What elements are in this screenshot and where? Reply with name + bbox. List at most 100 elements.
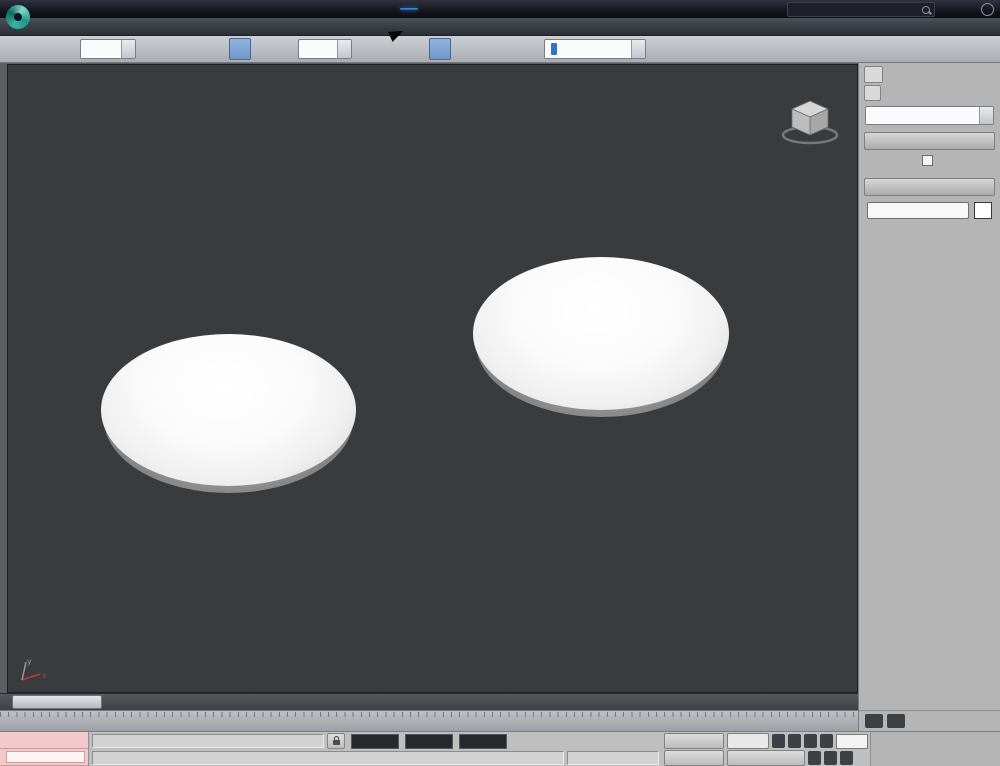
object-name-input[interactable] xyxy=(867,202,969,219)
selection-lock-toggle[interactable] xyxy=(327,733,345,749)
mirror-button[interactable] xyxy=(647,38,669,60)
ribbon-toggle-button[interactable] xyxy=(716,38,738,60)
rollout-object-type[interactable] xyxy=(864,132,995,150)
category-space-warps[interactable] xyxy=(954,85,971,101)
select-and-link-button[interactable] xyxy=(4,38,26,60)
rendered-frame-window-button[interactable] xyxy=(831,38,853,60)
category-helpers[interactable] xyxy=(936,85,953,101)
help-icon[interactable] xyxy=(981,3,994,16)
align-button[interactable] xyxy=(670,38,692,60)
panel-spacer xyxy=(859,225,1000,710)
undo-icon[interactable] xyxy=(74,3,89,16)
open-file-icon[interactable] xyxy=(38,3,53,16)
status-row-top xyxy=(92,733,659,749)
previous-frame-button[interactable] xyxy=(788,734,801,748)
y-coordinate-field[interactable] xyxy=(405,734,453,749)
scene-object-disc-left[interactable] xyxy=(101,334,356,486)
open-mini-curve-editor-button[interactable] xyxy=(865,714,883,728)
redo-icon[interactable] xyxy=(92,3,107,16)
rollout-name-and-color[interactable] xyxy=(864,178,995,196)
use-pivot-point-center-button[interactable] xyxy=(353,38,375,60)
track-bar-options-button[interactable] xyxy=(887,714,905,728)
tab-display[interactable] xyxy=(948,66,967,83)
tab-modify[interactable] xyxy=(885,66,904,83)
select-and-scale-button[interactable] xyxy=(275,38,297,60)
save-file-icon[interactable] xyxy=(56,3,71,16)
viewport[interactable]: x y xyxy=(7,64,858,693)
tab-hierarchy[interactable] xyxy=(906,66,925,83)
3ds-max-window: x y xyxy=(0,0,1000,766)
select-and-move-button[interactable] xyxy=(229,38,251,60)
previous-key-button[interactable] xyxy=(808,751,821,765)
category-shapes[interactable] xyxy=(882,85,899,101)
select-by-name-button[interactable] xyxy=(160,38,182,60)
macro-recorder-field[interactable] xyxy=(0,732,88,749)
viewport-nav-controls xyxy=(870,732,1000,766)
render-production-button[interactable] xyxy=(854,38,876,60)
track-bar[interactable] xyxy=(0,710,858,731)
spinner-snap-toggle[interactable] xyxy=(498,38,520,60)
tab-create[interactable] xyxy=(864,66,883,83)
scene-object-disc-right[interactable] xyxy=(473,257,729,410)
next-key-button[interactable] xyxy=(824,751,837,765)
application-button[interactable] xyxy=(3,2,32,31)
track-bar-ruler[interactable] xyxy=(0,711,858,731)
titlebar xyxy=(0,0,1000,18)
key-filters-button[interactable] xyxy=(727,750,805,766)
workspace: x y xyxy=(0,63,1000,731)
time-slider[interactable] xyxy=(0,693,858,710)
layer-manager-button[interactable] xyxy=(693,38,715,60)
current-frame-field[interactable] xyxy=(836,734,868,749)
primitive-category-dropdown[interactable] xyxy=(865,106,994,125)
time-slider-handle[interactable] xyxy=(12,695,102,709)
select-object-button[interactable] xyxy=(137,38,159,60)
reference-coordinate-system-dropdown[interactable] xyxy=(298,39,352,59)
unlink-selection-button[interactable] xyxy=(27,38,49,60)
category-cameras[interactable] xyxy=(918,85,935,101)
edit-named-selection-sets-button[interactable] xyxy=(521,38,543,60)
selection-filter-dropdown[interactable] xyxy=(80,39,136,59)
add-time-tag-button[interactable] xyxy=(567,751,659,765)
object-color-swatch[interactable] xyxy=(974,202,992,219)
set-key-button[interactable] xyxy=(664,750,724,766)
menubar xyxy=(0,18,1000,36)
previous-frame-icon[interactable] xyxy=(0,696,11,708)
named-selection-sets-dropdown[interactable] xyxy=(544,39,646,59)
select-and-manipulate-button[interactable] xyxy=(376,38,398,60)
auto-key-button[interactable] xyxy=(664,733,724,749)
z-coordinate-field[interactable] xyxy=(459,734,507,749)
x-coordinate-field[interactable] xyxy=(351,734,399,749)
angle-snap-toggle[interactable] xyxy=(452,38,474,60)
selected-filter-dropdown[interactable] xyxy=(727,733,769,749)
category-geometry[interactable] xyxy=(864,85,881,101)
qat-dropdown-icon[interactable] xyxy=(110,3,125,16)
curve-editor-button[interactable] xyxy=(739,38,761,60)
schematic-view-button[interactable] xyxy=(762,38,784,60)
material-editor-button[interactable] xyxy=(785,38,807,60)
go-to-start-button[interactable] xyxy=(772,734,785,748)
percent-snap-toggle[interactable] xyxy=(475,38,497,60)
search-icon[interactable] xyxy=(922,6,930,14)
window-crossing-toggle[interactable] xyxy=(206,38,228,60)
category-systems[interactable] xyxy=(972,85,989,101)
category-lights[interactable] xyxy=(900,85,917,101)
bind-to-space-warp-button[interactable] xyxy=(50,38,72,60)
tab-utilities[interactable] xyxy=(969,66,988,83)
favorites-icon[interactable] xyxy=(961,3,975,16)
snaps-toggle[interactable] xyxy=(429,38,451,60)
search-box[interactable] xyxy=(787,2,935,17)
render-setup-button[interactable] xyxy=(808,38,830,60)
select-and-rotate-button[interactable] xyxy=(252,38,274,60)
tab-motion[interactable] xyxy=(927,66,946,83)
rectangular-selection-region-button[interactable] xyxy=(183,38,205,60)
communities-icon[interactable] xyxy=(941,3,955,16)
next-frame-button[interactable] xyxy=(820,734,833,748)
listener-input[interactable] xyxy=(6,751,85,763)
keyboard-shortcut-override-toggle[interactable] xyxy=(399,38,421,60)
play-animation-button[interactable] xyxy=(804,734,817,748)
next-frame-icon[interactable] xyxy=(103,696,114,708)
viewcube[interactable] xyxy=(778,93,842,149)
go-to-end-button[interactable] xyxy=(840,751,853,765)
toolbar-separator xyxy=(73,38,79,60)
autogrid-checkbox[interactable] xyxy=(922,155,933,166)
